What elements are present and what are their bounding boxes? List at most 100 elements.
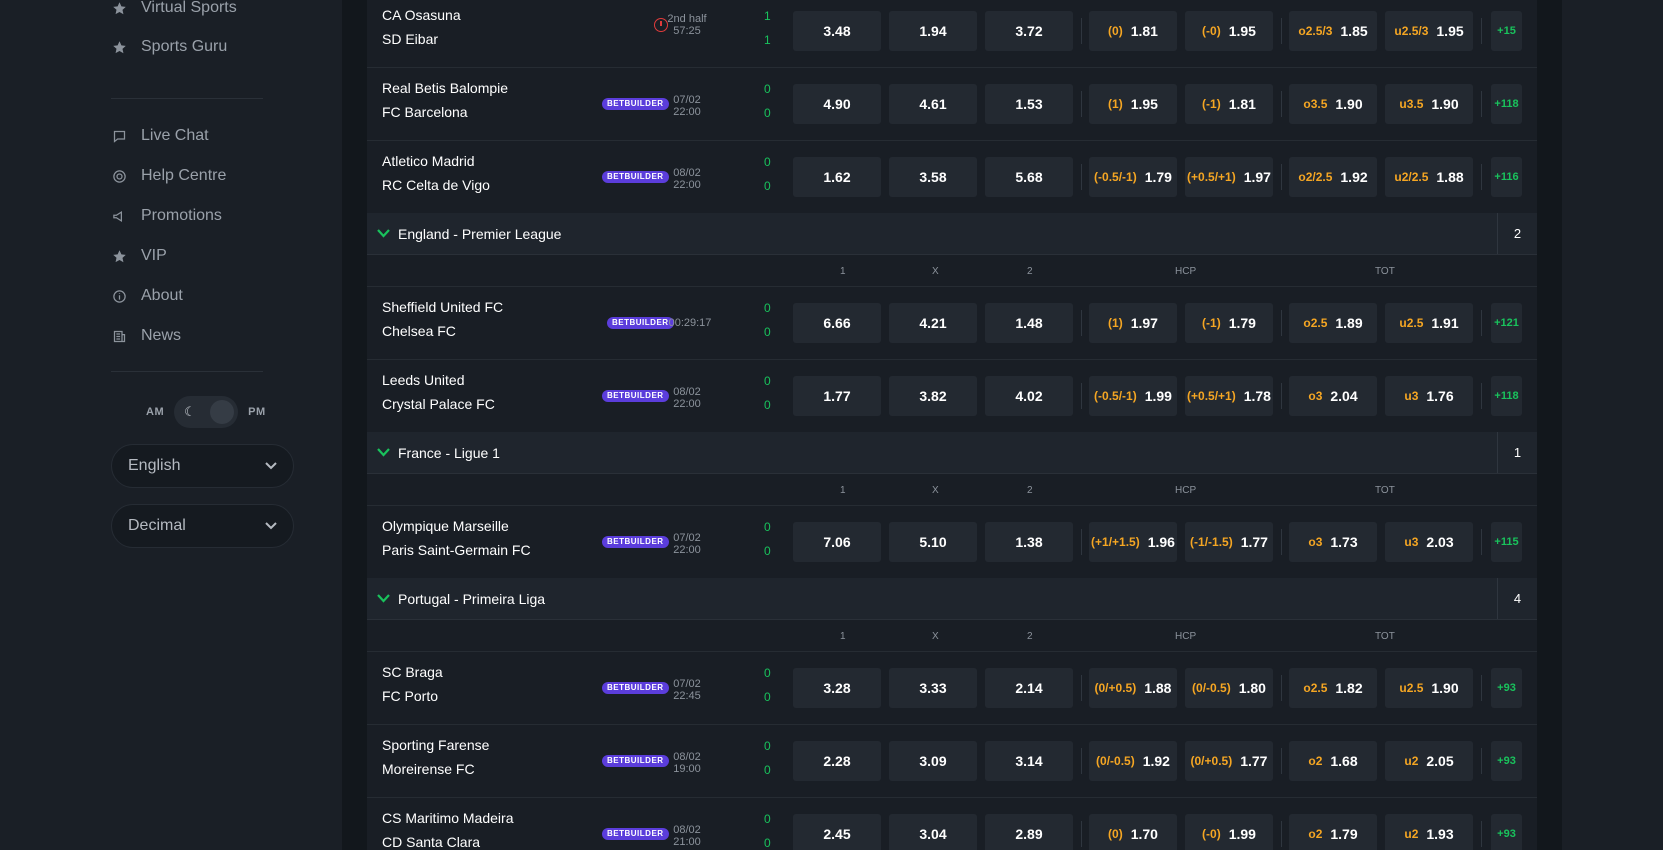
hcp-home-button[interactable]: (1) 1.95	[1089, 84, 1177, 124]
odds-draw-button[interactable]: 4.61	[889, 84, 977, 124]
more-markets-button[interactable]: +93	[1491, 741, 1522, 781]
hcp-home-button[interactable]: (0/-0.5) 1.92	[1089, 741, 1177, 781]
odds-home-button[interactable]: 2.28	[793, 741, 881, 781]
odds-away-button[interactable]: 3.14	[985, 741, 1073, 781]
odds-away-button[interactable]: 4.02	[985, 376, 1073, 416]
hcp-away-button[interactable]: (-1) 1.79	[1185, 303, 1273, 343]
home-team[interactable]: CS Maritimo Madeira	[382, 810, 513, 826]
more-markets-button[interactable]: +121	[1491, 303, 1522, 343]
odds-draw-button[interactable]: 5.10	[889, 522, 977, 562]
odds-home-button[interactable]: 3.28	[793, 668, 881, 708]
more-markets-button[interactable]: +116	[1491, 157, 1522, 197]
home-team[interactable]: Real Betis Balompie	[382, 80, 508, 96]
more-markets-button[interactable]: +115	[1491, 522, 1522, 562]
odds-home-button[interactable]: 1.77	[793, 376, 881, 416]
more-markets-button[interactable]: +118	[1491, 84, 1522, 124]
sidebar-item-about[interactable]: About	[111, 284, 183, 308]
total-under-button[interactable]: u2.5 1.91	[1385, 303, 1473, 343]
sidebar-item-news[interactable]: News	[111, 324, 181, 348]
total-under-button[interactable]: u2 1.93	[1385, 814, 1473, 850]
odds-home-button[interactable]: 1.62	[793, 157, 881, 197]
hcp-away-button[interactable]: (-1/-1.5) 1.77	[1185, 522, 1273, 562]
odds-away-button[interactable]: 2.14	[985, 668, 1073, 708]
total-over-button[interactable]: o2.5 1.82	[1289, 668, 1377, 708]
away-team[interactable]: FC Porto	[382, 688, 438, 704]
odds-away-button[interactable]: 2.89	[985, 814, 1073, 850]
league-header[interactable]: France - Ligue 1 1	[367, 432, 1537, 474]
hcp-home-button[interactable]: (1) 1.97	[1089, 303, 1177, 343]
total-over-button[interactable]: o3 1.73	[1289, 522, 1377, 562]
away-team[interactable]: Moreirense FC	[382, 761, 475, 777]
total-under-button[interactable]: u2.5 1.90	[1385, 668, 1473, 708]
hcp-home-button[interactable]: (+1/+1.5) 1.96	[1089, 522, 1177, 562]
total-over-button[interactable]: o2.5 1.89	[1289, 303, 1377, 343]
odds-format-select[interactable]: Decimal	[111, 504, 294, 548]
total-under-button[interactable]: u2/2.5 1.88	[1385, 157, 1473, 197]
league-header[interactable]: England - Premier League 2	[367, 213, 1537, 255]
home-team[interactable]: Atletico Madrid	[382, 153, 475, 169]
away-team[interactable]: RC Celta de Vigo	[382, 177, 490, 193]
hcp-away-button[interactable]: (-0) 1.99	[1185, 814, 1273, 850]
odds-away-button[interactable]: 3.72	[985, 11, 1073, 51]
total-over-button[interactable]: o2 1.68	[1289, 741, 1377, 781]
home-team[interactable]: Leeds United	[382, 372, 465, 388]
total-under-button[interactable]: u2 2.05	[1385, 741, 1473, 781]
total-over-button[interactable]: o3 2.04	[1289, 376, 1377, 416]
home-team[interactable]: Olympique Marseille	[382, 518, 509, 534]
more-markets-button[interactable]: +15	[1491, 11, 1522, 51]
hcp-home-button[interactable]: (-0.5/-1) 1.79	[1089, 157, 1177, 197]
away-team[interactable]: Paris Saint-Germain FC	[382, 542, 531, 558]
odds-home-button[interactable]: 4.90	[793, 84, 881, 124]
total-under-button[interactable]: u2.5/3 1.95	[1385, 11, 1473, 51]
hcp-away-button[interactable]: (0/-0.5) 1.80	[1185, 668, 1273, 708]
sidebar-item-promotions[interactable]: Promotions	[111, 204, 222, 228]
away-team[interactable]: SD Eibar	[382, 31, 438, 47]
language-select[interactable]: English	[111, 444, 294, 488]
odds-draw-button[interactable]: 3.82	[889, 376, 977, 416]
odds-away-button[interactable]: 1.48	[985, 303, 1073, 343]
odds-home-button[interactable]: 2.45	[793, 814, 881, 850]
sidebar-item-live-chat[interactable]: Live Chat	[111, 124, 209, 148]
odds-home-button[interactable]: 3.48	[793, 11, 881, 51]
sidebar-item-virtual-sports[interactable]: Virtual Sports	[111, 0, 237, 20]
odds-draw-button[interactable]: 4.21	[889, 303, 977, 343]
home-team[interactable]: CA Osasuna	[382, 7, 461, 23]
hcp-away-button[interactable]: (+0.5/+1) 1.97	[1185, 157, 1273, 197]
home-team[interactable]: SC Braga	[382, 664, 443, 680]
sidebar-item-help-centre[interactable]: Help Centre	[111, 164, 226, 188]
hcp-away-button[interactable]: (+0.5/+1) 1.78	[1185, 376, 1273, 416]
league-header[interactable]: Portugal - Primeira Liga 4	[367, 578, 1537, 620]
hcp-home-button[interactable]: (0/+0.5) 1.88	[1089, 668, 1177, 708]
total-under-button[interactable]: u3.5 1.90	[1385, 84, 1473, 124]
total-under-button[interactable]: u3 1.76	[1385, 376, 1473, 416]
away-team[interactable]: FC Barcelona	[382, 104, 468, 120]
odds-away-button[interactable]: 5.68	[985, 157, 1073, 197]
sidebar-item-vip[interactable]: VIP	[111, 244, 167, 268]
odds-draw-button[interactable]: 3.58	[889, 157, 977, 197]
hcp-home-button[interactable]: (-0.5/-1) 1.99	[1089, 376, 1177, 416]
home-team[interactable]: Sheffield United FC	[382, 299, 503, 315]
more-markets-button[interactable]: +93	[1491, 668, 1522, 708]
sidebar-item-sports-guru[interactable]: Sports Guru	[111, 35, 227, 59]
total-over-button[interactable]: o3.5 1.90	[1289, 84, 1377, 124]
odds-away-button[interactable]: 1.53	[985, 84, 1073, 124]
more-markets-button[interactable]: +118	[1491, 376, 1522, 416]
odds-home-button[interactable]: 6.66	[793, 303, 881, 343]
hcp-home-button[interactable]: (0) 1.81	[1089, 11, 1177, 51]
total-over-button[interactable]: o2/2.5 1.92	[1289, 157, 1377, 197]
away-team[interactable]: Chelsea FC	[382, 323, 456, 339]
total-over-button[interactable]: o2 1.79	[1289, 814, 1377, 850]
odds-away-button[interactable]: 1.38	[985, 522, 1073, 562]
home-team[interactable]: Sporting Farense	[382, 737, 489, 753]
hcp-home-button[interactable]: (0) 1.70	[1089, 814, 1177, 850]
away-team[interactable]: CD Santa Clara	[382, 834, 480, 850]
more-markets-button[interactable]: +93	[1491, 814, 1522, 850]
hcp-away-button[interactable]: (0/+0.5) 1.77	[1185, 741, 1273, 781]
odds-home-button[interactable]: 7.06	[793, 522, 881, 562]
am-pm-switch[interactable]: ☾	[174, 396, 239, 428]
odds-draw-button[interactable]: 1.94	[889, 11, 977, 51]
hcp-away-button[interactable]: (-1) 1.81	[1185, 84, 1273, 124]
away-team[interactable]: Crystal Palace FC	[382, 396, 495, 412]
odds-draw-button[interactable]: 3.09	[889, 741, 977, 781]
total-over-button[interactable]: o2.5/3 1.85	[1289, 11, 1377, 51]
